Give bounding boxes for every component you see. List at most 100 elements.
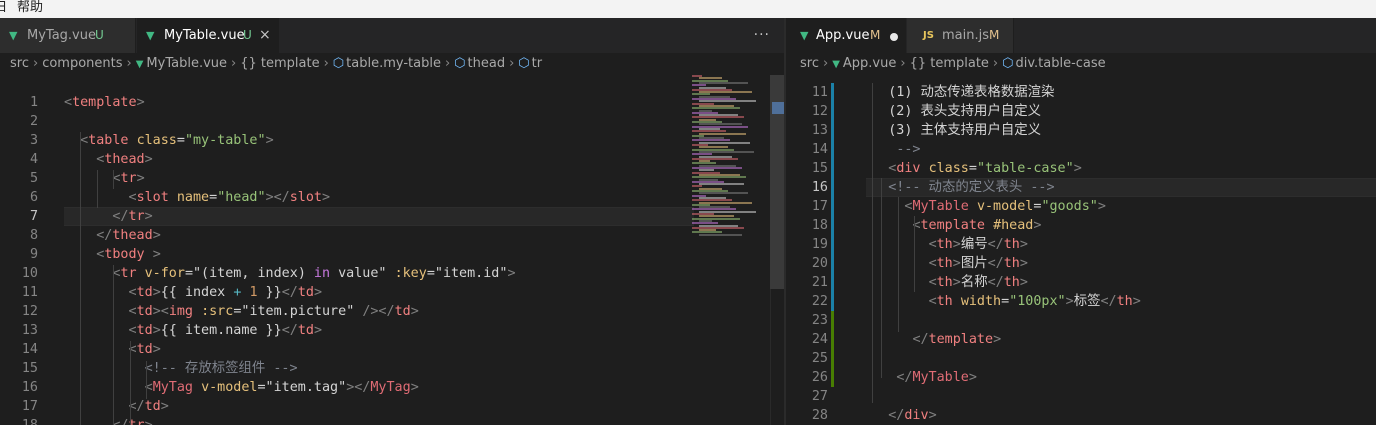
- breadcrumb-item[interactable]: MyTable.vue: [146, 56, 227, 71]
- tab-mytag-vue[interactable]: ▼ MyTag.vue U: [0, 18, 136, 53]
- code-line[interactable]: 26 </MyTable>: [786, 368, 1376, 387]
- breadcrumb: src › ▼ App.vue ›{} template › ⬡ div.table-case: [786, 53, 1376, 75]
- code-token: </: [281, 285, 298, 300]
- minimap[interactable]: [690, 75, 770, 236]
- breadcrumb-item[interactable]: {} template: [910, 56, 989, 71]
- code-line[interactable]: 28 </div>: [786, 406, 1376, 425]
- code-line[interactable]: 8 </thead>: [0, 226, 784, 245]
- code-line[interactable]: 22 <th width="100px">标签</th>: [786, 292, 1376, 311]
- js-icon: JS: [923, 30, 934, 41]
- code-line[interactable]: 21 <th>名称</th>: [786, 273, 1376, 292]
- code-token: =: [176, 133, 185, 148]
- code-token: >: [313, 323, 322, 338]
- code-token: >: [928, 408, 937, 423]
- breadcrumb-item[interactable]: table.my-table: [346, 56, 441, 71]
- code-text: <tbody >: [64, 245, 161, 264]
- code-line[interactable]: 16 <!-- 动态的定义表头 -->: [786, 178, 1376, 197]
- line-number: 12: [811, 104, 828, 119]
- code-line[interactable]: 9 <tbody >: [0, 245, 784, 264]
- breadcrumb-item[interactable]: src: [0, 56, 29, 71]
- code-line[interactable]: 20 <th>图片</th>: [786, 254, 1376, 273]
- code-line[interactable]: 5 <tr>: [0, 169, 784, 188]
- code-token: 编号: [960, 237, 988, 252]
- code-line[interactable]: 4 <thead>: [0, 150, 784, 169]
- editor-group-left: ▼ MyTag.vue U ▼ MyTable.vue U × ··· src ›…: [0, 18, 784, 425]
- breadcrumb-item[interactable]: components: [42, 56, 122, 71]
- menu-item-help[interactable]: 帮助: [17, 0, 43, 16]
- tab-mytable-vue[interactable]: ▼ MyTable.vue U ×: [137, 18, 279, 53]
- code-line[interactable]: 19 <th>编号</th>: [786, 235, 1376, 254]
- code-token: >: [993, 332, 1002, 347]
- code-token: tr: [120, 266, 137, 281]
- code-line[interactable]: 14 -->: [786, 140, 1376, 159]
- code-token: "100px": [1009, 294, 1066, 309]
- code-line[interactable]: 14 <td>: [0, 340, 784, 359]
- code-token: >: [410, 304, 419, 319]
- code-line[interactable]: 27: [786, 387, 1376, 406]
- code-line[interactable]: 24 </template>: [786, 330, 1376, 349]
- code-token: >: [152, 285, 161, 300]
- breadcrumb-item[interactable]: div.table-case: [1015, 56, 1105, 71]
- code-line[interactable]: 13 <td>{{ item.name }}</td>: [0, 321, 784, 340]
- code-line[interactable]: 2: [0, 112, 784, 131]
- code-line[interactable]: 10 <tr v-for="(item, index) in value" :k…: [0, 264, 784, 283]
- breadcrumb-item[interactable]: thead: [468, 56, 506, 71]
- more-actions-icon[interactable]: ···: [754, 18, 770, 53]
- code-line[interactable]: 25: [786, 349, 1376, 368]
- code-line[interactable]: 13 (3) 主体支持用户自定义: [786, 121, 1376, 140]
- tab-bar-left: ▼ MyTag.vue U ▼ MyTable.vue U × ···: [0, 18, 784, 53]
- code-line[interactable]: 18 </tr>: [0, 416, 784, 425]
- line-number: 21: [811, 275, 828, 290]
- breadcrumb-item[interactable]: tr: [532, 56, 542, 71]
- menu-item-cut[interactable]: 彐: [0, 0, 7, 16]
- code-token: (1) 动态传递表格数据渲染: [856, 85, 1055, 100]
- code-token: td: [136, 304, 153, 319]
- code-line[interactable]: 1 <template>: [0, 93, 784, 112]
- code-line[interactable]: 3 <table class="my-table">: [0, 131, 784, 150]
- code-token: =: [1001, 294, 1010, 309]
- chevron-right-icon: ›: [992, 56, 999, 71]
- chevron-right-icon: ›: [509, 56, 515, 71]
- code-line[interactable]: 23: [786, 311, 1376, 330]
- code-line[interactable]: 15 <div class="table-case">: [786, 159, 1376, 178]
- code-text: -->: [856, 140, 920, 159]
- code-token: td: [136, 323, 153, 338]
- code-editor-left[interactable]: 1 <template> 2 3 <table class="my-table"> 4 …: [0, 75, 784, 425]
- code-line[interactable]: 6 <slot name="head"></slot>: [0, 188, 784, 207]
- tab-app-vue[interactable]: ▼ App.vue M: [786, 18, 906, 53]
- code-line[interactable]: 15 <!-- 存放标签组件 -->: [0, 359, 784, 378]
- unsaved-dot-icon[interactable]: [890, 33, 898, 41]
- code-token: </: [896, 370, 913, 385]
- code-token: MyTag: [152, 380, 193, 395]
- code-text: (1) 动态传递表格数据渲染: [856, 83, 1054, 102]
- code-text: <td><img :src="item.picture" /></td>: [64, 302, 419, 321]
- code-token: th: [1003, 256, 1020, 271]
- code-token: >: [1073, 161, 1082, 176]
- code-line[interactable]: 11 (1) 动态传递表格数据渲染: [786, 83, 1376, 102]
- code-line[interactable]: 12 (2) 表头支持用户自定义: [786, 102, 1376, 121]
- code-line[interactable]: 17 </td>: [0, 397, 784, 416]
- line-number: 17: [811, 199, 828, 214]
- code-token: >: [152, 323, 161, 338]
- tab-main-js[interactable]: JS main.js M: [907, 18, 1014, 53]
- breadcrumb-item[interactable]: {} template: [240, 56, 319, 71]
- code-token: "head": [217, 190, 266, 205]
- code-line[interactable]: 7 </tr>: [0, 207, 784, 226]
- code-token: tbody: [104, 247, 145, 262]
- chevron-right-icon: ›: [444, 56, 451, 71]
- code-text: </thead>: [64, 226, 161, 245]
- close-icon[interactable]: ×: [259, 18, 271, 53]
- breadcrumb-item[interactable]: src: [786, 56, 819, 71]
- code-line[interactable]: 16 <MyTag v-model="item.tag"></MyTag>: [0, 378, 784, 397]
- code-line[interactable]: 12 <td><img :src="item.picture" /></td>: [0, 302, 784, 321]
- code-line[interactable]: 18 <template #head>: [786, 216, 1376, 235]
- line-number: 1: [29, 95, 38, 110]
- code-line[interactable]: 11 <td>{{ index + 1 }}</td>: [0, 283, 784, 302]
- code-token: </: [987, 275, 1004, 290]
- code-line[interactable]: 17 <MyTable v-model="goods">: [786, 197, 1376, 216]
- code-editor-right[interactable]: 11 (1) 动态传递表格数据渲染 12 (2) 表头支持用户自定义 13 (3) …: [786, 75, 1376, 425]
- breadcrumb-item[interactable]: App.vue: [843, 56, 896, 71]
